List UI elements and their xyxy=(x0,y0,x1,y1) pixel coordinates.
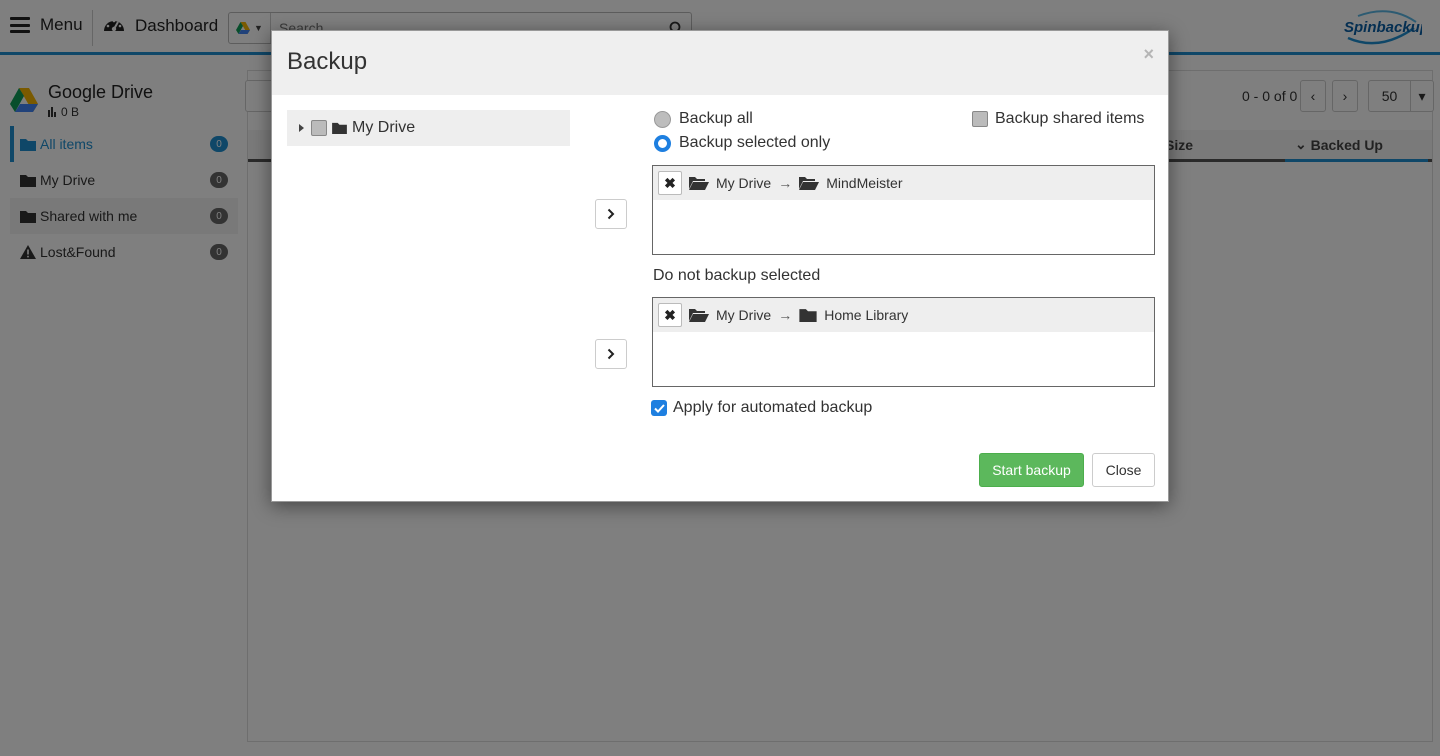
close-icon[interactable]: × xyxy=(1143,44,1154,65)
backup-selected-only-radio[interactable] xyxy=(654,134,671,152)
backup-dialog: Backup × My Drive Backup all Backup sele… xyxy=(271,30,1169,502)
list-item: ✖ My Drive → MindMeister xyxy=(653,166,1154,200)
do-not-backup-label: Do not backup selected xyxy=(653,267,821,284)
backup-all-option[interactable]: Backup all xyxy=(654,110,753,128)
option-label: Backup selected only xyxy=(679,134,831,151)
backup-selected-list: ✖ My Drive → MindMeister xyxy=(652,165,1155,255)
backup-all-radio[interactable] xyxy=(654,110,671,128)
option-label: Backup shared items xyxy=(995,110,1145,127)
path-child: MindMeister xyxy=(826,175,903,191)
path-parent: My Drive xyxy=(716,307,772,323)
start-backup-button[interactable]: Start backup xyxy=(979,453,1084,487)
add-to-backup-button[interactable] xyxy=(595,199,627,229)
folder-open-icon xyxy=(689,177,709,190)
folder-icon xyxy=(799,309,817,322)
backup-selected-only-option[interactable]: Backup selected only xyxy=(654,134,830,152)
tree-checkbox[interactable] xyxy=(311,120,327,136)
dialog-title: Backup xyxy=(287,48,368,75)
chevron-right-icon xyxy=(607,208,615,220)
backup-shared-items-checkbox[interactable] xyxy=(972,111,988,127)
option-label: Apply for automated backup xyxy=(673,399,873,416)
apply-automated-option[interactable]: Apply for automated backup xyxy=(651,399,872,417)
add-to-exclude-button[interactable] xyxy=(595,339,627,369)
path-arrow-icon: → xyxy=(778,175,793,191)
tree-node-my-drive[interactable]: My Drive xyxy=(287,110,570,146)
list-item: ✖ My Drive → Home Library xyxy=(653,298,1154,332)
close-button[interactable]: Close xyxy=(1092,453,1155,487)
remove-button[interactable]: ✖ xyxy=(658,303,682,327)
do-not-backup-list: ✖ My Drive → Home Library xyxy=(652,297,1155,387)
checkmark-icon xyxy=(653,403,665,413)
backup-shared-items-option[interactable]: Backup shared items xyxy=(972,110,1144,128)
expand-arrow-icon[interactable] xyxy=(299,124,304,132)
path-parent: My Drive xyxy=(716,175,772,191)
folder-open-icon xyxy=(799,177,820,190)
option-label: Backup all xyxy=(679,110,753,127)
apply-automated-checkbox[interactable] xyxy=(651,400,667,416)
folder-icon xyxy=(332,122,347,134)
remove-button[interactable]: ✖ xyxy=(658,171,682,195)
path-arrow-icon: → xyxy=(778,307,793,323)
path-child: Home Library xyxy=(824,307,909,323)
folder-open-icon xyxy=(689,309,709,322)
dialog-header: Backup × xyxy=(272,31,1168,95)
chevron-right-icon xyxy=(607,348,615,360)
tree-node-label: My Drive xyxy=(352,119,416,136)
